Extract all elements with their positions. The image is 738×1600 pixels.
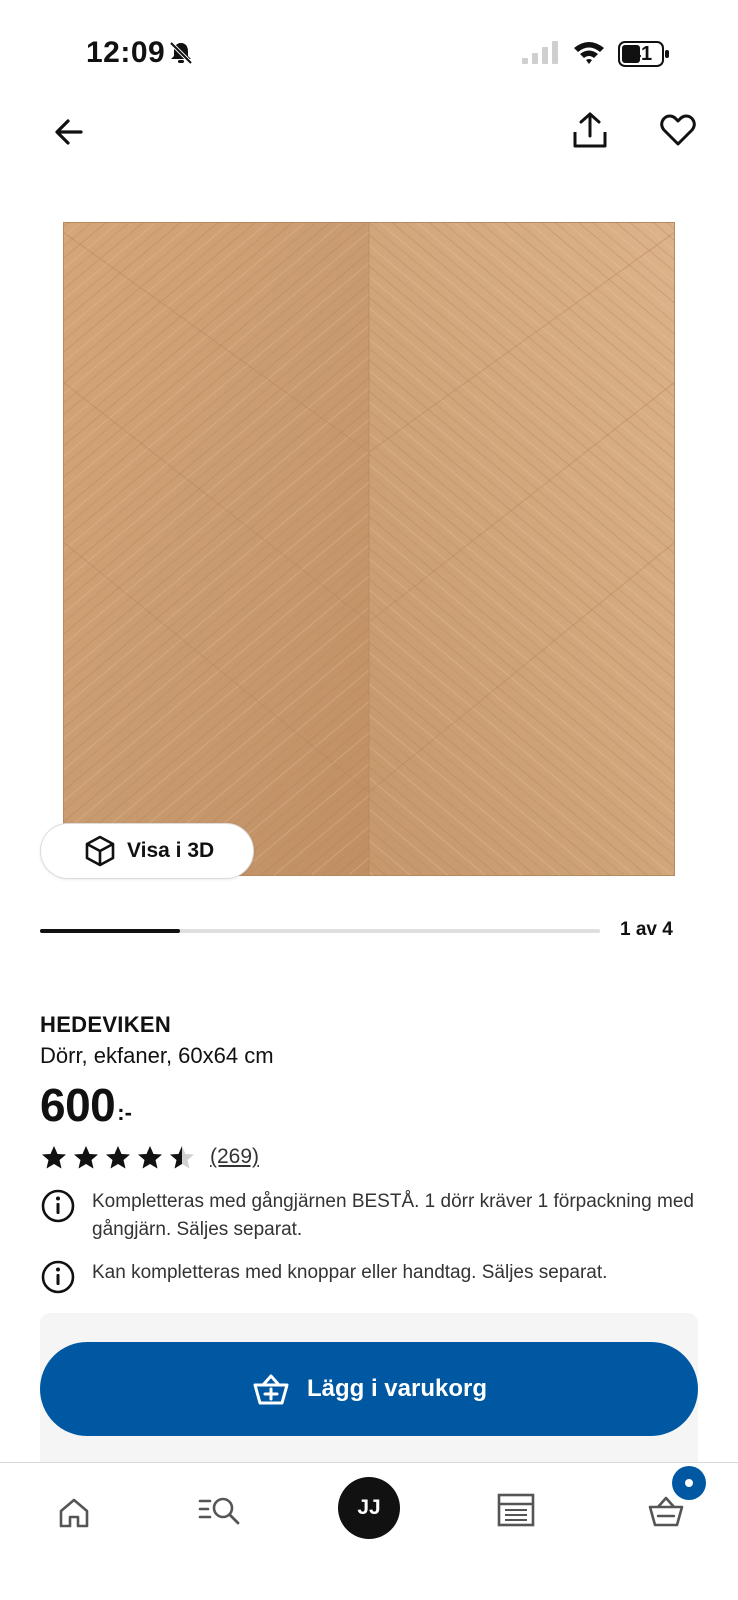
- cart-badge-dot: [685, 1479, 693, 1487]
- view-3d-button[interactable]: Visa i 3D: [40, 823, 254, 879]
- wood-door-image: [63, 222, 675, 876]
- heart-icon: [660, 114, 696, 146]
- info-note-text: Kan kompletteras med knoppar eller handt…: [92, 1262, 608, 1283]
- battery-level: 41: [629, 42, 653, 65]
- product-description: Dörr, ekfaner, 60x64 cm: [40, 1043, 274, 1068]
- info-note-knobs: Kan kompletteras med knoppar eller handt…: [40, 1259, 700, 1295]
- carousel-progress-fill: [40, 929, 180, 933]
- signal-icon: [522, 41, 558, 64]
- favorite-button[interactable]: [654, 106, 702, 154]
- status-time: 12:09: [86, 36, 166, 69]
- share-icon: [573, 112, 607, 148]
- product-image[interactable]: [63, 222, 675, 876]
- product-name: HEDEVIKEN: [40, 1012, 172, 1037]
- cube-icon: [85, 835, 115, 867]
- basket-plus-icon: [253, 1374, 289, 1405]
- info-note-text: Kompletteras med gångjärnen BESTÅ. 1 dör…: [92, 1191, 694, 1240]
- star-icon: [106, 1146, 130, 1169]
- info-icon: [41, 1189, 75, 1223]
- add-to-cart-button[interactable]: Lägg i varukorg: [40, 1342, 698, 1436]
- cart-badge: [672, 1466, 706, 1500]
- back-arrow-icon: [55, 119, 83, 145]
- review-count-link[interactable]: (269): [210, 1145, 259, 1169]
- store-icon: [497, 1493, 535, 1527]
- add-to-cart-label: Lägg i varukorg: [306, 1375, 488, 1402]
- back-button[interactable]: [44, 108, 92, 156]
- star-icon: [42, 1146, 66, 1169]
- wifi-icon: [574, 42, 604, 64]
- search-list-icon: [198, 1497, 240, 1525]
- nav-search-button[interactable]: [196, 1489, 244, 1533]
- top-navigation: [0, 100, 738, 160]
- view-3d-label: Visa i 3D: [127, 839, 215, 862]
- nav-home-button[interactable]: [52, 1491, 96, 1535]
- nav-profile-avatar[interactable]: JJ: [338, 1477, 400, 1539]
- cart-icon: [648, 1496, 684, 1527]
- price-value: 600: [40, 1079, 116, 1131]
- share-button[interactable]: [566, 106, 614, 154]
- battery-icon: 41: [618, 40, 672, 68]
- profile-initials: JJ: [357, 1496, 381, 1519]
- info-note-hinges: Kompletteras med gångjärnen BESTÅ. 1 dör…: [40, 1188, 700, 1244]
- rating-stars: [40, 1144, 200, 1170]
- star-icon: [138, 1146, 162, 1169]
- product-price: 600 :-: [40, 1078, 132, 1132]
- home-icon: [59, 1498, 89, 1528]
- nav-store-button[interactable]: [492, 1487, 540, 1533]
- price-suffix: :-: [117, 1100, 132, 1125]
- bell-muted-icon: [169, 41, 193, 65]
- info-icon: [41, 1260, 75, 1294]
- carousel-counter: 1 av 4: [620, 919, 673, 940]
- star-icon: [74, 1146, 98, 1169]
- rating-row[interactable]: (269): [40, 1142, 259, 1172]
- star-icon: [170, 1146, 194, 1169]
- bottom-navigation: JJ: [0, 1462, 738, 1600]
- status-bar: 12:09 41: [0, 0, 738, 100]
- carousel-progress: [40, 929, 600, 933]
